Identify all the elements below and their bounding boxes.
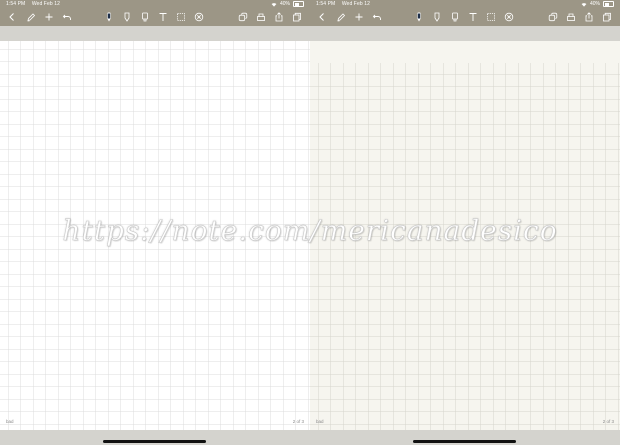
copy-icon[interactable]: [602, 11, 612, 22]
wifi-icon: [581, 2, 587, 7]
undo-icon[interactable]: [372, 11, 382, 22]
undo-icon[interactable]: [62, 11, 72, 22]
top-bar: 1:54 PM Wed Feb 12 40%: [310, 0, 620, 26]
text-icon[interactable]: [468, 11, 478, 22]
lasso-icon[interactable]: [486, 11, 496, 22]
status-time: 1:54 PM: [316, 1, 336, 7]
page-number: 2 of 3: [292, 419, 304, 424]
battery-percent: 40%: [279, 1, 290, 7]
back-icon[interactable]: [317, 11, 327, 22]
marker-icon[interactable]: [122, 11, 132, 22]
left-pane: 1:54 PM Wed Feb 12 40% bad 2 of 3: [0, 0, 310, 445]
toolbar-gap: [0, 26, 310, 41]
remove-icon[interactable]: [504, 11, 514, 22]
remove-icon[interactable]: [194, 11, 204, 22]
home-indicator[interactable]: [103, 440, 206, 443]
wifi-icon: [271, 2, 277, 7]
toolbar-gap: [310, 26, 620, 41]
top-bar: 1:54 PM Wed Feb 12 40%: [0, 0, 310, 26]
text-icon[interactable]: [158, 11, 168, 22]
pen-icon[interactable]: [414, 11, 424, 22]
note-page[interactable]: bad 2 of 3: [0, 41, 310, 430]
status-bar-right: 40%: [271, 1, 304, 7]
pages-icon[interactable]: [238, 11, 248, 22]
tray-icon[interactable]: [566, 11, 576, 22]
battery-percent: 40%: [589, 1, 600, 7]
battery-icon: [603, 1, 614, 7]
right-pane: 1:54 PM Wed Feb 12 40% bad 2 of 3: [310, 0, 620, 445]
tray-icon[interactable]: [256, 11, 266, 22]
copy-icon[interactable]: [292, 11, 302, 22]
share-icon[interactable]: [274, 11, 284, 22]
pen-icon[interactable]: [104, 11, 114, 22]
pencil-icon[interactable]: [336, 11, 346, 22]
lasso-icon[interactable]: [176, 11, 186, 22]
home-indicator[interactable]: [413, 440, 516, 443]
pencil-icon[interactable]: [26, 11, 36, 22]
eraser-icon[interactable]: [450, 11, 460, 22]
pages-icon[interactable]: [548, 11, 558, 22]
add-icon[interactable]: [354, 11, 364, 22]
share-icon[interactable]: [584, 11, 594, 22]
battery-icon: [293, 1, 304, 7]
bottom-gap: [310, 430, 620, 445]
page-number: 2 of 3: [602, 419, 614, 424]
eraser-icon[interactable]: [140, 11, 150, 22]
note-page[interactable]: bad 2 of 3: [310, 41, 620, 430]
status-time: 1:54 PM: [6, 1, 26, 7]
status-bar-right: 40%: [581, 1, 614, 7]
back-icon[interactable]: [7, 11, 17, 22]
bottom-gap: [0, 430, 310, 445]
page-footer-label: bad: [6, 419, 14, 424]
marker-icon[interactable]: [432, 11, 442, 22]
status-date: Wed Feb 12: [341, 1, 370, 7]
status-bar-left: 1:54 PM Wed Feb 12: [316, 1, 375, 7]
add-icon[interactable]: [44, 11, 54, 22]
page-footer-label: bad: [316, 419, 324, 424]
status-date: Wed Feb 12: [31, 1, 60, 7]
status-bar-left: 1:54 PM Wed Feb 12: [6, 1, 65, 7]
page-top-margin: [310, 41, 620, 63]
